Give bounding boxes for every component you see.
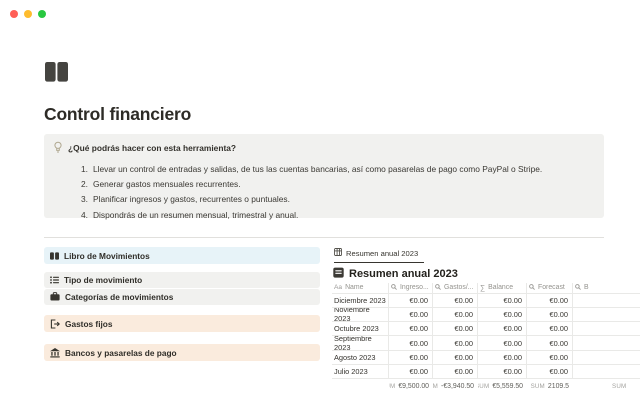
door-exit-icon: [50, 319, 60, 329]
row-value-cell[interactable]: €0.00: [433, 351, 478, 365]
page-link-gastos-fijos[interactable]: Gastos fijos: [44, 315, 320, 332]
column-header-balance[interactable]: ∑ Balance: [478, 283, 527, 294]
sum-cell-forecast[interactable]: SUM 2109.5: [527, 379, 573, 394]
table-row: Diciembre 2023 €0.00 €0.00 €0.00 €0.00: [332, 294, 640, 308]
row-value-cell[interactable]: €0.00: [478, 308, 527, 322]
magnifier-icon: [435, 284, 441, 292]
text-property-icon: Aa: [334, 284, 342, 291]
row-value-cell[interactable]: €0.00: [433, 322, 478, 336]
row-value-cell[interactable]: €0.00: [527, 322, 573, 336]
row-value-cell[interactable]: €0.00: [389, 308, 433, 322]
row-value-cell[interactable]: €0.00: [527, 365, 573, 379]
row-name-cell[interactable]: Noviembre 2023: [332, 308, 389, 322]
row-value-cell[interactable]: €0.00: [389, 365, 433, 379]
magnifier-icon: [529, 284, 535, 292]
row-value-cell[interactable]: €0.00: [433, 294, 478, 308]
column-header-b[interactable]: B: [573, 283, 640, 294]
row-value-cell[interactable]: €0.00: [527, 351, 573, 365]
table-row: Agosto 2023 €0.00 €0.00 €0.00 €0.00: [332, 351, 640, 365]
database-title: Resumen anual 2023: [333, 267, 458, 281]
row-value-cell[interactable]: €0.00: [389, 294, 433, 308]
page-link-label: Gastos fijos: [65, 319, 113, 329]
lightbulb-icon: [53, 141, 63, 159]
page-link-label: Libro de Movimientos: [64, 251, 150, 261]
table-row: Octubre 2023 €0.00 €0.00 €0.00 €0.00: [332, 322, 640, 336]
row-value-cell[interactable]: €0.00: [389, 336, 433, 350]
row-value-cell[interactable]: €0.00: [478, 365, 527, 379]
row-empty-cell[interactable]: [573, 322, 640, 336]
formula-sigma-icon: ∑: [480, 283, 485, 292]
row-name-cell[interactable]: Agosto 2023: [332, 351, 389, 365]
tab-resumen-anual-2023[interactable]: Resumen anual 2023: [334, 248, 424, 263]
row-value-cell[interactable]: €0.00: [433, 365, 478, 379]
page-link-tipo-de-movimiento[interactable]: Tipo de movimiento: [44, 272, 320, 288]
close-window-button[interactable]: [10, 10, 18, 18]
minimize-window-button[interactable]: [24, 10, 32, 18]
summary-table: Aa Name Ingreso... Gastos/... ∑ Balance …: [332, 283, 640, 394]
column-header-name[interactable]: Aa Name: [332, 283, 389, 294]
row-value-cell[interactable]: €0.00: [527, 308, 573, 322]
tab-label: Resumen anual 2023: [346, 249, 418, 258]
divider: [44, 237, 604, 238]
sum-cell-balance[interactable]: SUM €5,559.50: [478, 379, 527, 394]
list-item: 4. Dispondrás de un resumen mensual, tri…: [44, 208, 604, 223]
row-value-cell[interactable]: €0.00: [478, 351, 527, 365]
row-name-cell[interactable]: Octubre 2023: [332, 322, 389, 336]
magnifier-icon: [391, 284, 397, 292]
page-link-label: Categorías de movimientos: [65, 292, 173, 302]
row-value-cell[interactable]: €0.00: [389, 351, 433, 365]
page-title: Control financiero: [44, 104, 191, 125]
ledger-icon: [333, 267, 344, 281]
table-row: Julio 2023 €0.00 €0.00 €0.00 €0.00: [332, 365, 640, 379]
row-value-cell[interactable]: €0.00: [478, 322, 527, 336]
callout: ¿Qué podrás hacer con esta herramienta? …: [44, 134, 604, 218]
callout-numbered-list: 1. Llevar un control de entradas y salid…: [44, 162, 604, 223]
column-header-ingreso[interactable]: Ingreso...: [389, 283, 433, 294]
table-view-icon: [334, 248, 342, 258]
row-empty-cell[interactable]: [573, 365, 640, 379]
row-name-cell[interactable]: Julio 2023: [332, 365, 389, 379]
bank-icon: [50, 348, 60, 358]
sum-cell-gastos[interactable]: SUM -€3,940.50: [433, 379, 478, 394]
list-item: 1. Llevar un control de entradas y salid…: [44, 162, 604, 177]
table-row: Noviembre 2023 €0.00 €0.00 €0.00 €0.00: [332, 308, 640, 322]
page-link-bancos-y-pasarelas[interactable]: Bancos y pasarelas de pago: [44, 344, 320, 361]
sum-cell-b[interactable]: SUM: [573, 379, 640, 394]
bulleted-list-icon: [50, 276, 59, 284]
row-value-cell[interactable]: €0.00: [433, 308, 478, 322]
row-empty-cell[interactable]: [573, 351, 640, 365]
row-value-cell[interactable]: €0.00: [478, 294, 527, 308]
table-row: Septiembre 2023 €0.00 €0.00 €0.00 €0.00: [332, 336, 640, 350]
sum-cell-ingreso[interactable]: SUM €9,500.00: [389, 379, 433, 394]
callout-heading: ¿Qué podrás hacer con esta herramienta?: [68, 143, 236, 153]
open-book-icon: [50, 252, 59, 260]
row-empty-cell[interactable]: [573, 308, 640, 322]
column-header-forecast[interactable]: Forecast: [527, 283, 573, 294]
zoom-window-button[interactable]: [38, 10, 46, 18]
row-value-cell[interactable]: €0.00: [478, 336, 527, 350]
sum-empty-cell: [332, 379, 389, 394]
row-value-cell[interactable]: €0.00: [389, 322, 433, 336]
row-value-cell[interactable]: €0.00: [527, 336, 573, 350]
column-header-gastos[interactable]: Gastos/...: [433, 283, 478, 294]
list-item: 2. Generar gastos mensuales recurrentes.: [44, 177, 604, 192]
row-name-cell[interactable]: Septiembre 2023: [332, 336, 389, 350]
magnifier-icon: [575, 284, 581, 292]
page-link-categorias-de-movimientos[interactable]: Categorías de movimientos: [44, 289, 320, 305]
row-empty-cell[interactable]: [573, 294, 640, 308]
database-title-text: Resumen anual 2023: [349, 268, 458, 280]
window-controls: [10, 10, 46, 18]
row-value-cell[interactable]: €0.00: [433, 336, 478, 350]
row-empty-cell[interactable]: [573, 336, 640, 350]
page-link-label: Tipo de movimiento: [64, 275, 142, 285]
table-sum-row: SUM €9,500.00 SUM -€3,940.50 SUM €5,559.…: [332, 379, 640, 394]
row-value-cell[interactable]: €0.00: [527, 294, 573, 308]
page-link-libro-de-movimientos[interactable]: Libro de Movimientos: [44, 247, 320, 264]
page-link-label: Bancos y pasarelas de pago: [65, 348, 177, 358]
page-open-book-icon[interactable]: [44, 61, 69, 88]
table-header-row: Aa Name Ingreso... Gastos/... ∑ Balance …: [332, 283, 640, 294]
row-name-cell[interactable]: Diciembre 2023: [332, 294, 389, 308]
briefcase-icon: [50, 292, 60, 301]
list-item: 3. Planificar ingresos y gastos, recurre…: [44, 192, 604, 207]
